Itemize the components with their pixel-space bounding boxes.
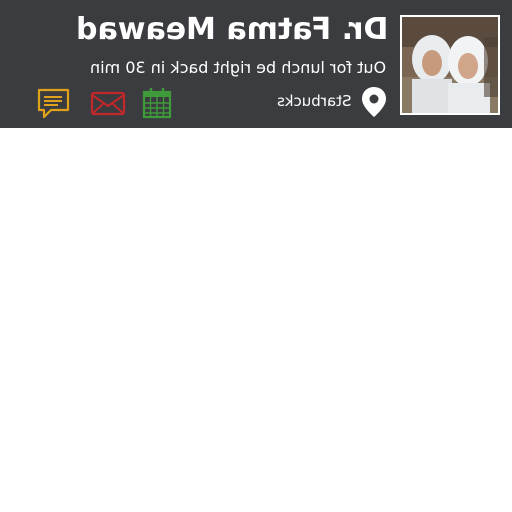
- location-label: Starbucks: [277, 92, 352, 110]
- profile-name: Dr. Fatma Meawad: [75, 12, 388, 47]
- message-icon[interactable]: [36, 86, 70, 120]
- avatar[interactable]: [400, 15, 500, 115]
- calendar-icon[interactable]: [142, 86, 172, 120]
- mail-icon[interactable]: [90, 86, 126, 120]
- location-pin-icon: [360, 86, 388, 118]
- profile-header: Dr. Fatma Meawad Out for lunch be right …: [0, 0, 512, 128]
- status-message: Out for lunch be right back in 30 min: [89, 58, 386, 77]
